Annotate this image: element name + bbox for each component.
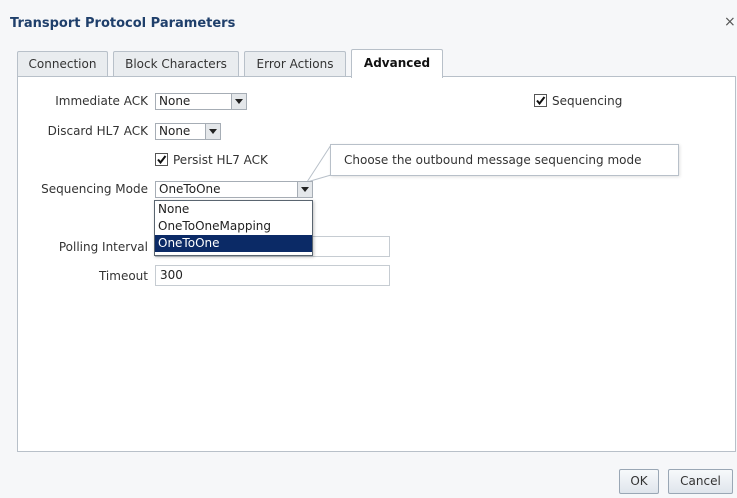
sequencing-checkbox[interactable]	[534, 94, 547, 107]
tab-connection[interactable]: Connection	[17, 51, 108, 77]
close-icon[interactable]: ×	[724, 14, 736, 30]
dropdown-option-onetoone[interactable]: OneToOne	[155, 235, 312, 252]
timeout-input[interactable]: 300	[155, 265, 390, 286]
persist-hl7-ack-checkbox[interactable]	[155, 153, 168, 166]
chevron-down-icon[interactable]	[205, 124, 220, 139]
discard-hl7-ack-label: Discard HL7 ACK	[47, 124, 148, 138]
tooltip-pointer	[305, 144, 332, 183]
persist-hl7-ack-label: Persist HL7 ACK	[173, 153, 268, 167]
ok-button[interactable]: OK	[619, 469, 659, 494]
cancel-button[interactable]: Cancel	[668, 469, 733, 494]
sequencing-mode-dropdown: None OneToOneMapping OneToOne	[154, 200, 313, 256]
sequencing-mode-select[interactable]: OneToOne	[155, 181, 313, 198]
tab-advanced[interactable]: Advanced	[351, 49, 443, 78]
discard-hl7-ack-value: None	[159, 124, 191, 138]
immediate-ack-select[interactable]: None	[155, 93, 247, 110]
chevron-down-icon[interactable]	[231, 94, 246, 109]
sequencing-label: Sequencing	[552, 94, 623, 108]
checkmark-icon	[157, 155, 167, 165]
immediate-ack-label: Immediate ACK	[55, 94, 148, 108]
dropdown-option-onetoonemapping[interactable]: OneToOneMapping	[155, 218, 312, 235]
sequencing-mode-value: OneToOne	[159, 182, 221, 196]
tab-error-actions[interactable]: Error Actions	[244, 51, 346, 77]
sequencing-mode-tooltip: Choose the outbound message sequencing m…	[330, 144, 679, 176]
dropdown-option-none[interactable]: None	[155, 201, 312, 218]
tab-block-characters[interactable]: Block Characters	[113, 51, 239, 77]
sequencing-mode-label: Sequencing Mode	[41, 182, 148, 196]
checkmark-icon	[536, 96, 546, 106]
discard-hl7-ack-select[interactable]: None	[155, 123, 221, 140]
timeout-label: Timeout	[98, 269, 148, 283]
immediate-ack-value: None	[159, 94, 191, 108]
dialog-title: Transport Protocol Parameters	[10, 16, 236, 31]
chevron-down-icon[interactable]	[297, 182, 312, 197]
polling-interval-label: Polling Interval	[58, 240, 148, 254]
